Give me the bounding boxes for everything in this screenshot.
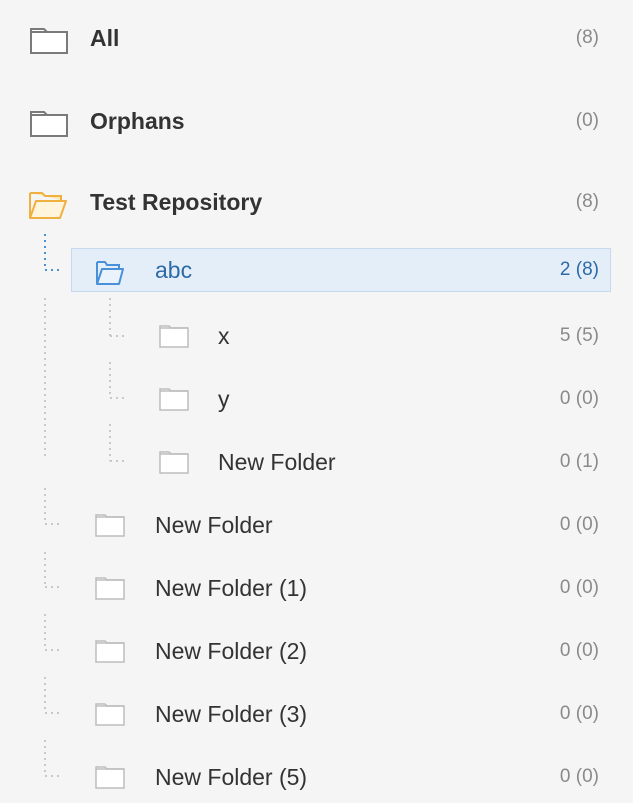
folder-icon [95, 513, 125, 542]
node-count: (0) [575, 110, 599, 131]
node-label: New Folder [155, 512, 273, 538]
node-label: New Folder (1) [155, 575, 308, 601]
folder-icon [30, 109, 68, 142]
node-label: All [90, 25, 120, 51]
node-label: Orphans [90, 108, 185, 134]
tree-node-orphans[interactable]: Orphans (0) [0, 99, 633, 143]
folder-icon [30, 26, 68, 59]
node-count: 5 (5) [559, 325, 599, 346]
tree-node-new-folder-5[interactable]: New Folder (5) 0 (0) [0, 755, 633, 799]
node-label: New Folder [218, 449, 336, 475]
folder-icon [95, 765, 125, 794]
node-label: y [218, 386, 230, 412]
node-count: 0 (0) [559, 766, 599, 787]
node-count: 0 (0) [559, 703, 599, 724]
tree-node-new-folder-2[interactable]: New Folder (2) 0 (0) [0, 629, 633, 673]
tree-node-new-folder-1[interactable]: New Folder (1) 0 (0) [0, 566, 633, 610]
folder-icon [95, 702, 125, 731]
folder-open-icon [28, 190, 68, 225]
node-label: New Folder (3) [155, 701, 308, 727]
node-label: x [218, 323, 230, 349]
node-label: Test Repository [90, 189, 263, 215]
node-count: 0 (0) [559, 388, 599, 409]
folder-icon [95, 639, 125, 668]
node-count: 2 (8) [559, 259, 599, 280]
tree-node-test-repository[interactable]: Test Repository (8) [0, 180, 633, 224]
node-count: (8) [575, 27, 599, 48]
node-count: 0 (1) [559, 451, 599, 472]
node-label: New Folder (2) [155, 638, 308, 664]
node-count: (8) [575, 191, 599, 212]
tree-node-y[interactable]: y 0 (0) [0, 377, 633, 421]
folder-tree: All (8) Orphans (0) Test Repository (8) [0, 0, 633, 803]
folder-icon [159, 324, 189, 353]
tree-node-all[interactable]: All (8) [0, 16, 633, 60]
folder-open-icon [95, 260, 125, 291]
node-count: 0 (0) [559, 640, 599, 661]
selection-highlight [71, 248, 611, 292]
tree-node-new-folder-3[interactable]: New Folder (3) 0 (0) [0, 692, 633, 736]
node-label: abc [155, 257, 193, 283]
tree-node-abc-new-folder[interactable]: New Folder 0 (1) [0, 440, 633, 484]
node-count: 0 (0) [559, 514, 599, 535]
folder-icon [159, 450, 189, 479]
folder-icon [159, 387, 189, 416]
folder-icon [95, 576, 125, 605]
tree-node-x[interactable]: x 5 (5) [0, 314, 633, 358]
tree-node-abc[interactable]: abc 2 (8) [0, 248, 633, 292]
node-count: 0 (0) [559, 577, 599, 598]
node-label: New Folder (5) [155, 764, 308, 790]
tree-node-new-folder[interactable]: New Folder 0 (0) [0, 503, 633, 547]
